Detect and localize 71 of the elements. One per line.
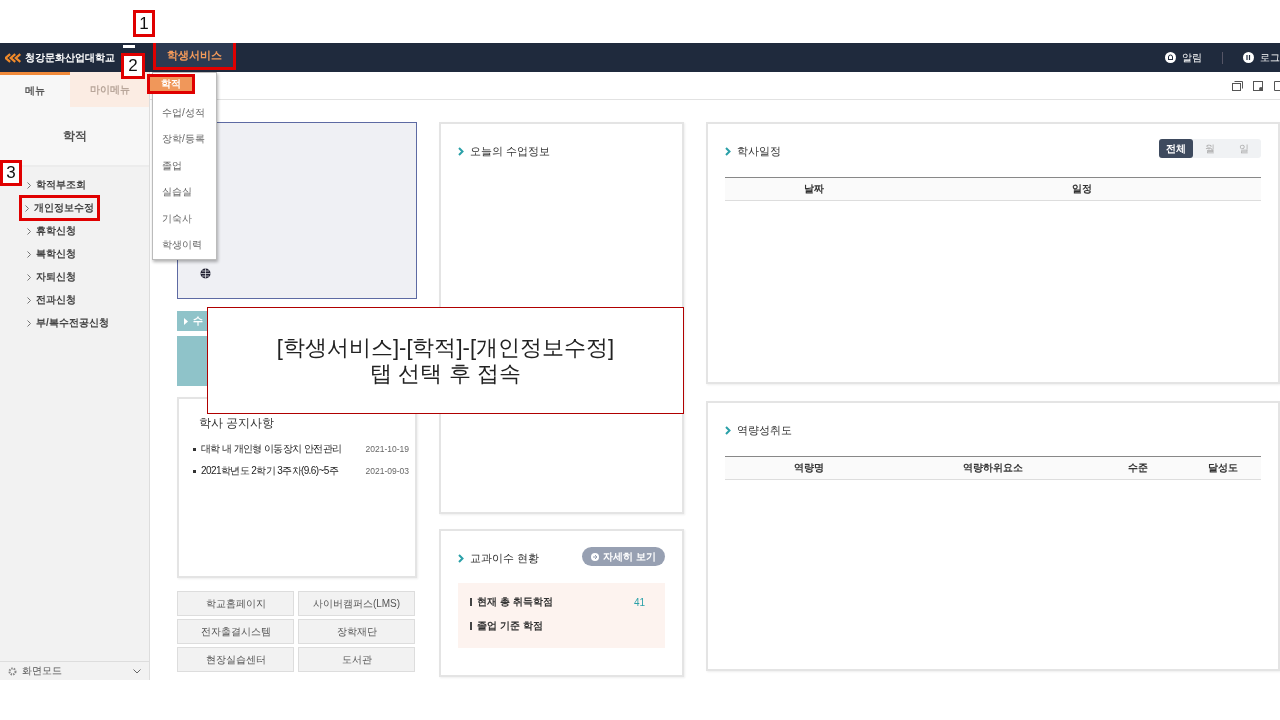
chevron-icon	[725, 426, 731, 435]
globe-icon[interactable]	[200, 268, 211, 279]
sidebar-tab[interactable]: 메뉴	[0, 72, 70, 107]
dropdown-item[interactable]: 학생이력	[153, 232, 216, 259]
chevron-icon	[458, 147, 464, 156]
chevron-icon	[27, 250, 31, 258]
filter-tab[interactable]: 전체	[1159, 139, 1193, 158]
card-title: 교과이수 현황	[470, 551, 540, 566]
bullet-icon	[193, 447, 196, 451]
card-title: 학사일정	[737, 144, 781, 159]
dropdown-item[interactable]: 실습실	[153, 179, 216, 206]
column-header: 역량명	[794, 461, 825, 475]
card-title: 학사 공지사항	[199, 416, 275, 430]
chevron-icon	[27, 227, 31, 235]
link-button[interactable]: 학교홈페이지	[177, 591, 294, 616]
card-title: 역량성취도	[737, 423, 792, 438]
dropdown-item[interactable]: 기숙사	[153, 205, 216, 232]
university-name: 청강문화산업대학교	[25, 50, 115, 65]
nav-tab[interactable]: 학생서비스	[153, 43, 236, 70]
chevron-icon	[458, 554, 464, 563]
column-header: 수준	[1128, 461, 1149, 475]
link-button[interactable]: 장학재단	[298, 619, 415, 644]
menu-item[interactable]: 전과신청	[24, 290, 79, 310]
column-header: 일정	[1072, 182, 1093, 196]
dropdown-item[interactable]: 수업/성적	[153, 99, 216, 126]
menu-item[interactable]: 부/복수전공신청	[24, 313, 112, 333]
credit-value: 41	[633, 596, 645, 608]
card-title: 오늘의 수업정보	[470, 144, 551, 159]
credit-label: 졸업 기준 학점	[477, 619, 543, 633]
credit-label: 현재 총 취득학점	[477, 595, 553, 609]
link-button[interactable]: 현장실습센터	[177, 647, 294, 672]
link-button[interactable]: 도서관	[298, 647, 415, 672]
dropdown-item[interactable]: 졸업	[153, 152, 216, 179]
dropdown-item[interactable]: 장학/등록	[153, 126, 216, 153]
step-marker: 2	[121, 53, 145, 79]
chevron-icon	[27, 181, 31, 189]
notice-link[interactable]: 2021학년도 2학기 3주차(9.6)~5주	[201, 464, 339, 478]
chevron-icon	[27, 273, 31, 281]
column-header: 날짜	[804, 182, 825, 196]
menu-item[interactable]: 자퇴신청	[24, 267, 79, 287]
logout-link[interactable]: 로그	[1260, 50, 1280, 65]
section-title: 학적	[62, 127, 87, 145]
chevron-down-icon[interactable]	[133, 668, 141, 674]
info-panel	[177, 336, 207, 386]
step-marker: 1	[133, 10, 155, 37]
menu-item[interactable]: 휴학신청	[24, 221, 79, 241]
menu-item[interactable]: 개인정보수정	[22, 198, 97, 218]
arrow-circle-icon	[591, 552, 600, 561]
logo-icon	[5, 50, 21, 65]
chevron-icon	[25, 204, 29, 212]
notice-link[interactable]: 대학 내 개인형 이동장치 안전관리	[201, 442, 342, 456]
notice-date: 2021-09-03	[365, 466, 410, 476]
link-button[interactable]: 사이버캠퍼스(LMS)	[298, 591, 415, 616]
chevron-icon	[27, 296, 31, 304]
menu-item[interactable]: 복학신청	[24, 244, 79, 264]
step-marker: 3	[0, 160, 22, 186]
menu-item[interactable]: 학적부조회	[24, 175, 89, 195]
column-header: 달성도	[1207, 461, 1238, 475]
bullet-icon	[193, 469, 196, 473]
gear-icon	[8, 666, 17, 676]
caret-icon	[184, 317, 188, 325]
callout-text: [학생서비스]-[학적]-[개인정보수정] 탭 선택 후 접속	[276, 335, 615, 386]
chevron-icon	[27, 319, 31, 327]
windows-icon[interactable]	[1232, 80, 1243, 91]
window-gear-icon[interactable]	[1253, 80, 1264, 91]
column-header: 역량하위요소	[963, 461, 1023, 475]
alerts-link[interactable]: 알림	[1182, 50, 1202, 65]
screen-mode-label[interactable]: 화면모드	[22, 664, 62, 678]
link-button[interactable]: 전자출결시스템	[177, 619, 294, 644]
chevron-icon	[725, 147, 731, 156]
notice-date: 2021-10-19	[365, 444, 410, 454]
